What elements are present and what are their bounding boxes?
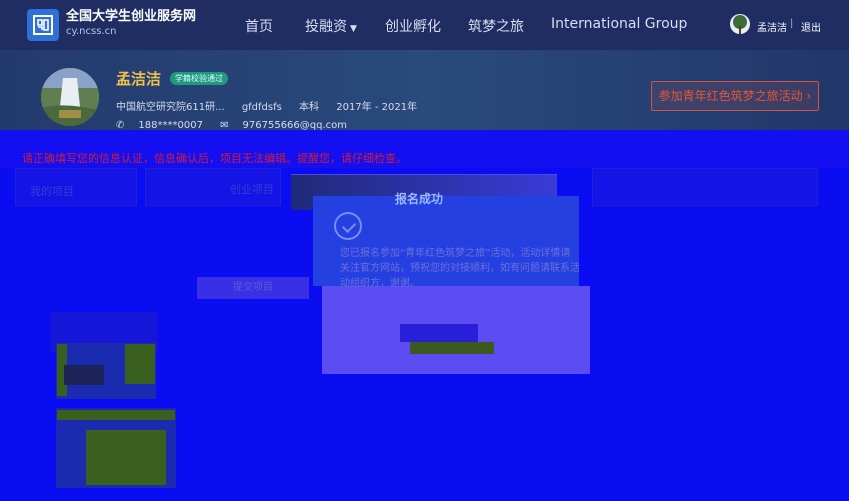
decor-patch <box>64 365 104 385</box>
nav-item-financing[interactable]: 投融资 ▼ <box>305 16 357 36</box>
profile-photo <box>41 68 99 126</box>
nav-item-label: 首页 <box>245 19 273 35</box>
site-logo[interactable] <box>27 9 59 41</box>
profile-years: 2017年 - 2021年 <box>336 102 418 113</box>
nav-item-label: 创业孵化 <box>385 19 441 35</box>
caret-down-icon: ▼ <box>350 24 357 34</box>
submit-project-tab[interactable]: 提交项目 <box>197 277 309 299</box>
profile-banner: 孟洁洁 学籍校验通过 中国航空研究院611研... gfdfdsfs 本科 20… <box>0 50 849 131</box>
profile-education: 中国航空研究院611研... gfdfdsfs 本科 2017年 - 2021年 <box>116 98 431 113</box>
site-title: 全国大学生创业服务网 <box>66 9 197 24</box>
decor-patch <box>125 344 155 384</box>
logo-icon <box>33 15 53 35</box>
user-avatar[interactable] <box>730 14 750 34</box>
profile-school: 中国航空研究院611研... <box>116 102 225 113</box>
decor-patch <box>410 342 494 354</box>
user-name[interactable]: 孟洁洁 <box>757 19 787 34</box>
card-entrepreneur[interactable]: 创业项目 <box>145 168 281 206</box>
nav-item-home[interactable]: 首页 <box>245 16 273 36</box>
modal-confirm-button[interactable]: 确定 <box>400 324 478 342</box>
warning-text: 请正确填写您的信息认证，信息确认后，项目无法编辑。提醒您，请仔细检查。 <box>22 152 407 165</box>
logout-link[interactable]: 退出 <box>801 19 821 34</box>
modal-message: 您已报名参加“青年红色筑梦之旅”活动，活动详情请关注官方网站，预祝您的对接顺利，… <box>340 248 580 289</box>
join-activity-button[interactable]: 参加青年红色筑梦之旅活动 › <box>651 81 819 111</box>
nav-separator: | <box>790 18 794 29</box>
verify-badge: 学籍校验通过 <box>170 72 228 85</box>
site-domain: cy.ncss.cn <box>66 26 117 37</box>
top-navigation: 全国大学生创业服务网 cy.ncss.cn 首页 投融资 ▼ 创业孵化 筑梦之旅 … <box>0 0 849 50</box>
nav-item-label: 筑梦之旅 <box>468 19 524 35</box>
nav-item-label: 投融资 <box>305 19 347 35</box>
profile-name: 孟洁洁 <box>116 70 162 88</box>
card-my-projects[interactable]: 我的项目 <box>15 168 137 206</box>
nav-item-label: International Group <box>551 16 688 32</box>
waterfall-photo-icon <box>41 68 99 126</box>
nav-item-dream-journey[interactable]: 筑梦之旅 <box>468 16 524 36</box>
nav-item-international[interactable]: International Group <box>551 16 687 32</box>
tree-avatar-icon <box>730 14 750 34</box>
profile-degree: 本科 <box>299 102 320 113</box>
card-entrepreneur-label: 创业项目 <box>230 183 274 196</box>
modal-title: 报名成功 <box>395 192 444 206</box>
nav-item-incubation[interactable]: 创业孵化 <box>385 16 441 36</box>
profile-major: gfdfdsfs <box>241 102 282 113</box>
card-right <box>592 168 818 206</box>
decor-patch <box>57 410 175 420</box>
join-activity-label: 参加青年红色筑梦之旅活动 <box>658 89 803 103</box>
decor-patch <box>86 430 166 485</box>
chevron-right-icon: › <box>806 89 812 103</box>
site-branding[interactable]: 全国大学生创业服务网 cy.ncss.cn <box>66 9 196 38</box>
success-check-icon <box>334 212 362 240</box>
card-my-projects-label: 我的项目 <box>30 185 74 198</box>
